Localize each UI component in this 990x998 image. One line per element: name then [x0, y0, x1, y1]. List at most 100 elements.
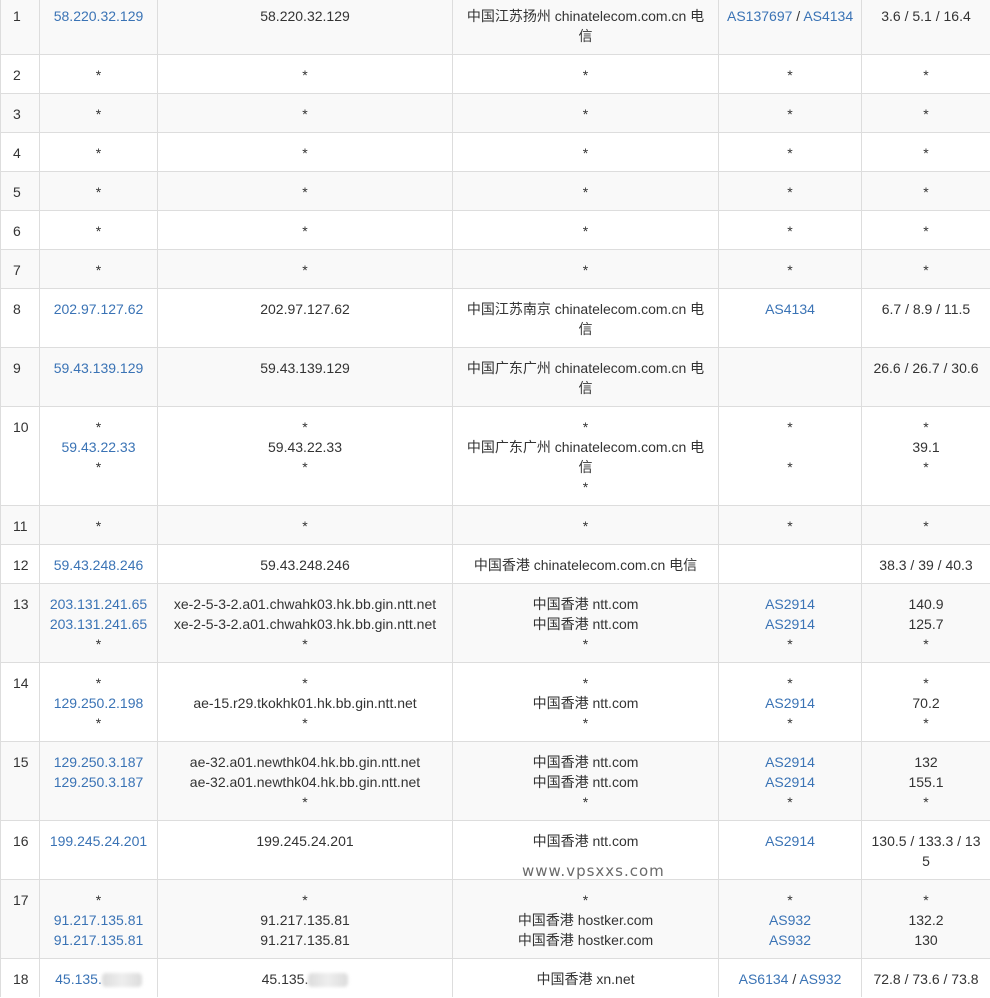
hop-number-cell: 16 — [0, 820, 40, 880]
ip-line: 59.43.139.129 — [48, 358, 149, 378]
hop-number: 17 — [13, 892, 29, 908]
ip-link[interactable]: 59.43.139.129 — [54, 360, 144, 376]
hostname-line: 45.135. — [166, 969, 444, 989]
table-row: 6 * * * * * — [0, 210, 990, 250]
latency-cell: * — [861, 171, 990, 211]
ip-cell: 45.135. — [39, 958, 158, 997]
hostname-line: 91.217.135.81 — [260, 912, 350, 928]
asn-link[interactable]: AS2914 — [765, 596, 815, 612]
latency-cell: 130.5 / 133.3 / 135 — [861, 820, 990, 880]
asn-timeout: * — [787, 892, 793, 908]
asn-line: * — [727, 792, 853, 812]
asn-link[interactable]: AS6134 — [739, 971, 789, 987]
ip-link[interactable]: 203.131.241.65 — [50, 596, 147, 612]
geo-cell: 中国香港 ntt.com 中国香港 ntt.com * — [452, 583, 719, 663]
asn-cell: * — [718, 54, 862, 94]
table-row: 10 * 59.43.22.33 * * 59.43.22.33 * * 中国广东广州 chin… — [0, 406, 990, 506]
asn-link[interactable]: AS137697 — [727, 8, 792, 24]
geo-line: * — [582, 106, 589, 122]
ip-link[interactable]: 91.217.135.81 — [54, 932, 144, 948]
geo-cell: 中国江苏南京 chinatelecom.com.cn 电信 — [452, 288, 719, 348]
hop-number: 2 — [13, 67, 21, 83]
ip-link[interactable]: 129.250.2.198 — [54, 695, 144, 711]
ip-link[interactable]: 199.245.24.201 — [50, 833, 147, 849]
ip-link[interactable]: 203.131.241.65 — [50, 616, 147, 632]
ip-link[interactable]: 58.220.32.129 — [54, 8, 144, 24]
ip-link[interactable]: 129.250.3.187 — [54, 754, 144, 770]
ip-line: * — [48, 143, 149, 163]
geo-line: * — [582, 892, 589, 908]
hop-number: 1 — [13, 8, 21, 24]
geo-cell: * 中国香港 ntt.com * — [452, 662, 719, 742]
geo-line: * — [582, 479, 589, 495]
asn-line: * — [727, 713, 853, 733]
hop-number: 6 — [13, 223, 21, 239]
geo-cell: * — [452, 132, 719, 172]
latency-line: 132.2 — [908, 912, 944, 928]
ip-timeout: * — [95, 145, 102, 161]
hostname-cell: 58.220.32.129 — [157, 0, 453, 55]
hop-number: 16 — [13, 833, 29, 849]
hostname-line: 59.43.139.129 — [260, 360, 350, 376]
ip-link[interactable]: 59.43.22.33 — [62, 439, 136, 455]
geo-line: * — [582, 184, 589, 200]
latency-line: 155.1 — [908, 774, 944, 790]
ip-link[interactable]: 129.250.3.187 — [54, 774, 144, 790]
redacted-ip-blur — [101, 973, 142, 988]
asn-line: * — [727, 673, 853, 693]
asn-link[interactable]: AS2914 — [765, 754, 815, 770]
geo-line: 中国香港 ntt.com — [532, 833, 639, 849]
latency-line: * — [923, 715, 929, 731]
ip-link[interactable]: 91.217.135.81 — [54, 912, 144, 928]
asn-line: AS2914 — [727, 693, 853, 713]
ip-line: * — [48, 890, 149, 910]
asn-timeout: * — [787, 459, 793, 475]
asn-link[interactable]: AS2914 — [765, 774, 815, 790]
asn-cell: * — [718, 132, 862, 172]
ip-link[interactable]: 202.97.127.62 — [54, 301, 144, 317]
hop-number-cell: 2 — [0, 54, 40, 94]
hostname-cell: xe-2-5-3-2.a01.chwahk03.hk.bb.gin.ntt.ne… — [157, 583, 453, 663]
asn-line: AS932 — [727, 910, 853, 930]
asn-link[interactable]: AS932 — [769, 932, 811, 948]
asn-link[interactable]: AS4134 — [765, 301, 815, 317]
latency-line: 72.8 / 73.6 / 73.8 — [873, 971, 979, 987]
asn-cell: * * — [718, 406, 862, 506]
ip-timeout: * — [95, 184, 102, 200]
asn-cell: AS2914 AS2914 * — [718, 741, 862, 821]
latency-line: 6.7 / 8.9 / 11.5 — [881, 301, 971, 317]
ip-cell: 203.131.241.65 203.131.241.65 * — [39, 583, 158, 663]
hop-number-cell: 7 — [0, 249, 40, 289]
hop-number: 5 — [13, 184, 21, 200]
asn-link[interactable]: AS4134 — [803, 8, 853, 24]
latency-line: 140.9 — [908, 596, 944, 612]
ip-cell: 59.43.139.129 — [39, 347, 158, 407]
asn-timeout: * — [787, 794, 793, 810]
geo-line: 中国香港 ntt.com — [532, 695, 639, 711]
asn-link[interactable]: AS2914 — [765, 695, 815, 711]
ip-timeout: * — [95, 67, 102, 83]
asn-link[interactable]: AS2914 — [765, 616, 815, 632]
ip-line: 129.250.3.187 — [48, 752, 149, 772]
asn-link[interactable]: AS2914 — [765, 833, 815, 849]
asn-line — [727, 437, 853, 457]
asn-line: * — [727, 260, 853, 280]
geo-line: * — [582, 145, 589, 161]
hostname-line: 199.245.24.201 — [256, 833, 354, 849]
asn-link[interactable]: AS932 — [799, 971, 841, 987]
latency-line: * — [923, 459, 929, 475]
ip-link[interactable]: 45.135. — [55, 971, 102, 987]
latency-line: 130 — [914, 932, 938, 948]
asn-link[interactable]: AS932 — [769, 912, 811, 928]
asn-line: AS932 — [727, 930, 853, 950]
ip-link[interactable]: 59.43.248.246 — [54, 557, 144, 573]
hostname-cell: 59.43.248.246 — [157, 544, 453, 584]
table-row: 13 203.131.241.65 203.131.241.65 * xe-2-5-3-… — [0, 583, 990, 663]
latency-line: * — [923, 67, 929, 83]
hostname-cell: * ae-15.r29.tkokhk01.hk.bb.gin.ntt.net * — [157, 662, 453, 742]
ip-timeout: * — [95, 636, 102, 652]
ip-line: * — [48, 457, 149, 477]
hostname-line: * — [302, 223, 308, 239]
redacted-host-blur — [308, 973, 349, 988]
hop-number: 14 — [13, 675, 29, 691]
